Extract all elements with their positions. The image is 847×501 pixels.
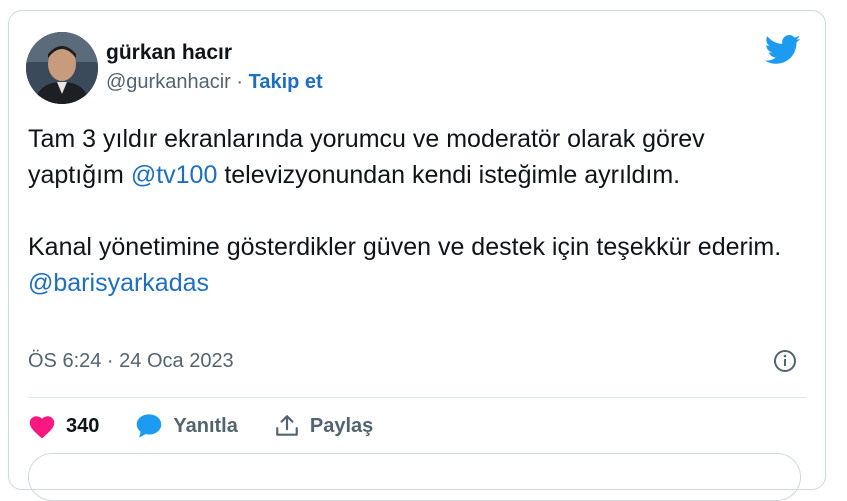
user-display-name[interactable]: gürkan hacır xyxy=(106,41,232,65)
info-icon[interactable] xyxy=(773,349,797,373)
avatar[interactable] xyxy=(26,32,98,104)
action-bar: 340 Yanıtla Paylaş xyxy=(28,411,409,441)
share-icon xyxy=(276,415,298,436)
tweet-text: Tam 3 yıldır ekranlarında yorumcu ve mod… xyxy=(28,121,798,301)
share-button[interactable]: Paylaş xyxy=(274,413,373,439)
like-count: 340 xyxy=(66,414,100,437)
separator-dot: · xyxy=(236,71,244,93)
tweet-timestamp[interactable]: ÖS 6:24 · 24 Oca 2023 xyxy=(28,350,234,373)
user-handle[interactable]: @gurkanhacir xyxy=(106,71,231,93)
tweet-text-segment: Kanal yönetimine gösterdikler güven ve d… xyxy=(28,233,782,261)
heart-icon xyxy=(29,416,55,439)
divider xyxy=(28,397,806,398)
avatar-photo xyxy=(26,32,98,104)
tweet-paragraph-2: Kanal yönetimine gösterdikler güven ve d… xyxy=(28,229,798,301)
follow-button[interactable]: Takip et xyxy=(249,71,323,93)
tweet-card: gürkan hacır @gurkanhacir · Takip et Tam… xyxy=(8,10,826,501)
read-more-button[interactable] xyxy=(28,453,801,501)
reply-button[interactable]: Yanıtla xyxy=(135,413,238,439)
handle-row: @gurkanhacir · Takip et xyxy=(106,71,323,94)
tweet-paragraph-1: Tam 3 yıldır ekranlarında yorumcu ve mod… xyxy=(28,121,798,193)
speech-bubble-icon xyxy=(137,414,162,438)
mention-tv100-link[interactable]: @tv100 xyxy=(131,161,218,189)
twitter-bird-icon[interactable] xyxy=(765,35,801,65)
tweet-text-segment: televizyonundan kendi isteğimle ayrıldım… xyxy=(217,161,681,189)
share-label: Paylaş xyxy=(309,414,374,437)
mention-barisyarkadas-link[interactable]: @barisyarkadas xyxy=(28,269,209,297)
reply-label: Yanıtla xyxy=(173,414,238,437)
like-button[interactable]: 340 xyxy=(28,413,99,439)
